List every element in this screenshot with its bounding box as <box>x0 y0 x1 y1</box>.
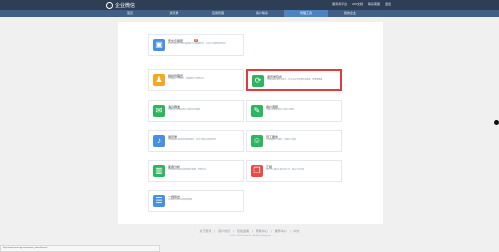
card-description: 员工可以通过汇报记录工作，提交工作日报 <box>266 169 305 171</box>
sync-icon: ⟳ <box>252 75 264 87</box>
tab-customers[interactable]: 客户联系 <box>240 10 284 17</box>
link-support[interactable]: 联系客服 <box>368 2 380 6</box>
tab-my-company[interactable]: 我的企业 <box>328 10 372 17</box>
card-security[interactable]: ▣ 安全与保密新企业可通过水印等设置保护企业数据安全，让员工在使用时更安全 <box>148 34 244 56</box>
logo-icon <box>106 1 113 9</box>
card-checklist[interactable]: ☰ 一键导出 可快速导出企业的各类数据 <box>148 190 244 212</box>
link-api-docs[interactable]: API文档 <box>352 2 363 6</box>
footer-link-recommend[interactable]: 推荐中心 <box>275 229 287 233</box>
bell-icon: ♪ <box>153 135 165 147</box>
tab-apps[interactable]: 应用管理 <box>196 10 240 17</box>
footer-link-about[interactable]: 关于腾讯 <box>200 229 212 233</box>
card-analytics[interactable]: ▥ 使用分析 可查看企业成员的使用统计数据，管理企业 <box>148 160 244 182</box>
card-user-feedback[interactable]: ✎ 用户调研 可通过调研收集员工意见与建议 <box>246 100 342 122</box>
service-icon: ☺ <box>251 135 263 147</box>
card-description: 可通过调研收集员工意见与建议 <box>266 109 295 111</box>
survey-icon: ✎ <box>251 105 263 117</box>
link-logout[interactable]: 退出 <box>385 2 391 6</box>
footer-link-privacy[interactable]: 隐私政策 <box>237 229 249 233</box>
chat-icon: ✉ <box>153 105 165 117</box>
card-description: 可通过企业微信给员工群发消息通知 <box>168 109 201 111</box>
report-icon: ❒ <box>251 165 263 177</box>
card-description: 可查看成员的登录和使用情况，及时了解企业使用状况 <box>168 139 217 141</box>
top-bar: 企业微信 服务商平台 API文档 联系客服 退出 <box>0 0 499 10</box>
people-icon: ♟ <box>153 74 165 86</box>
card-accessibility[interactable]: ♪ 通讯录 可查看成员的登录和使用情况，及时了解企业使用状况 <box>148 130 244 152</box>
chart-icon: ▥ <box>153 165 165 177</box>
card-report[interactable]: ❒ 汇报 员工可以通过汇报记录工作，提交工作日报 <box>246 160 342 182</box>
card-staff-service[interactable]: ☺ 员工服务 可以设置员工服务，方便员工使用 <box>246 130 342 152</box>
card-admin[interactable]: ♟ 组织管理员 可设置多个管理员，按权限分工管理企业 <box>148 69 244 91</box>
link-provider[interactable]: 服务商平台 <box>332 2 347 6</box>
doc-icon: ☰ <box>153 195 165 207</box>
app-logo[interactable]: 企业微信 <box>106 1 135 9</box>
footer: 关于腾讯 | 用户协议 | 隐私政策 | 帮助中心 | 推荐中心 | 中文 © 1998 … <box>0 229 499 237</box>
card-description: 可设置多个管理员，按权限分工管理企业 <box>168 78 205 80</box>
tab-home[interactable]: 首页 <box>108 10 152 17</box>
tab-tools[interactable]: 管理工具 <box>284 10 328 17</box>
cursor-dot <box>494 120 499 125</box>
footer-link-help[interactable]: 帮助中心 <box>256 229 268 233</box>
top-links: 服务商平台 API文档 联系客服 退出 <box>332 2 391 6</box>
card-description: 可快速导出企业的各类数据 <box>168 199 193 201</box>
card-description: 可通过API或同步助手，同步企业已有通讯录数据，管理更便捷 <box>267 79 323 81</box>
app-name: 企业微信 <box>115 2 136 9</box>
card-announce[interactable]: ✉ 消息群发 可通过企业微信给员工群发消息通知 <box>148 100 244 122</box>
tools-panel: ▣ 安全与保密新企业可通过水印等设置保护企业数据安全，让员工在使用时更安全 ♟ 组织管… <box>118 22 383 224</box>
new-badge: 新 <box>194 39 199 42</box>
footer-link-terms[interactable]: 用户协议 <box>218 229 230 233</box>
tab-contacts[interactable]: 通讯录 <box>152 10 196 17</box>
card-data-sync[interactable]: ⟳ 通讯录同步 可通过API或同步助手，同步企业已有通讯录数据，管理更便捷 <box>246 69 342 91</box>
main-nav: 首页 通讯录 应用管理 客户联系 管理工具 我的企业 <box>0 10 499 17</box>
card-description: 可查看企业成员的使用统计数据，管理企业 <box>168 169 207 171</box>
shield-icon: ▣ <box>153 39 165 51</box>
card-description: 可以设置员工服务，方便员工使用 <box>266 139 297 141</box>
card-description: 企业可通过水印等设置保护企业数据安全，让员工在使用时更安全 <box>168 43 227 45</box>
copyright: © 1998 - 2024 Tencent Inc. All Rights Re… <box>228 235 271 237</box>
status-url: https://work.weixin.qq.com/wework_admin/… <box>0 245 160 252</box>
footer-link-language[interactable]: 中文 <box>293 229 299 233</box>
